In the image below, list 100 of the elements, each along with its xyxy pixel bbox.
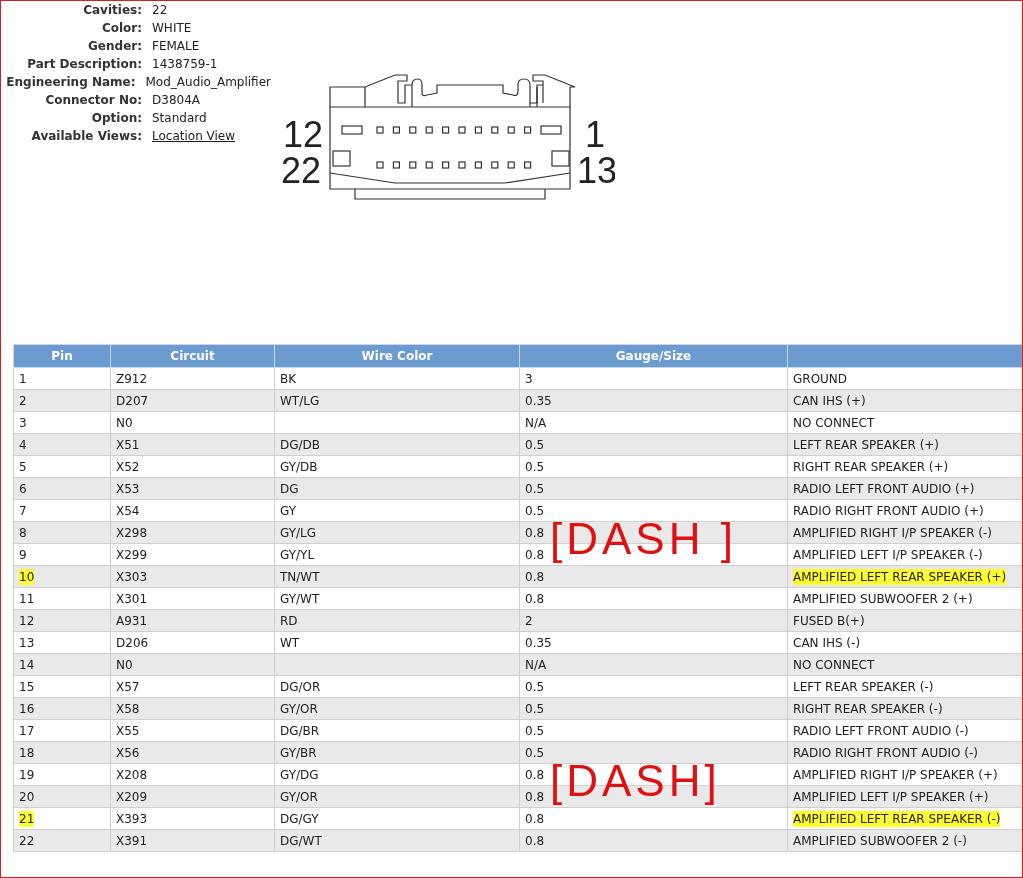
circuit-function: AMPLIFIED SUBWOOFER 2 (+) <box>793 591 973 606</box>
circuit-code: X55 <box>116 723 140 738</box>
circuit-code: X52 <box>116 459 140 474</box>
circuit-function: RADIO RIGHT FRONT AUDIO (-) <box>793 745 978 760</box>
gauge-size: 0.8 <box>525 569 545 584</box>
column-header: Gauge/Size <box>519 344 788 368</box>
wire-color: DG/DB <box>280 437 321 452</box>
circuit-code: X209 <box>116 789 148 804</box>
circuit-function: GROUND <box>793 371 848 386</box>
pin-number: 3 <box>19 415 27 430</box>
wire-color: GY/DG <box>280 767 319 782</box>
gauge-size: 0.8 <box>525 547 545 562</box>
field-label: Connector No: <box>44 93 142 107</box>
pin-number: 16 <box>19 701 35 716</box>
field-value: 22 <box>152 3 168 17</box>
circuit-function: CAN IHS (+) <box>793 393 866 408</box>
circuit-code: X54 <box>116 503 140 518</box>
pin-number: 21 <box>19 810 35 827</box>
wire-color: DG/OR <box>280 679 321 694</box>
circuit-code: X56 <box>116 745 140 760</box>
circuit-function: RADIO RIGHT FRONT AUDIO (+) <box>793 503 984 518</box>
gauge-size: 0.5 <box>525 459 545 474</box>
field-label: Part Description: <box>26 57 142 71</box>
pin-number: 10 <box>19 568 35 585</box>
circuit-code: X57 <box>116 679 140 694</box>
gauge-size: N/A <box>525 415 547 430</box>
pin-number: 20 <box>19 789 35 804</box>
pin-number: 19 <box>19 767 35 782</box>
field-label: Engineering Name: <box>5 75 136 89</box>
circuit-code: X301 <box>116 591 148 606</box>
gauge-size: 3 <box>525 371 533 386</box>
pin-number: 12 <box>19 613 35 628</box>
gauge-size: 0.5 <box>525 723 545 738</box>
wire-color: GY <box>280 503 297 518</box>
circuit-function: AMPLIFIED LEFT I/P SPEAKER (+) <box>793 789 989 804</box>
circuit-code: X391 <box>116 833 148 848</box>
gauge-size: 0.5 <box>525 437 545 452</box>
gauge-size: 0.8 <box>525 789 545 804</box>
circuit-code: X299 <box>116 547 148 562</box>
wire-color: GY/WT <box>280 591 320 606</box>
circuit-function: RIGHT REAR SPEAKER (-) <box>793 701 943 716</box>
wire-color: DG/BR <box>280 723 320 738</box>
field-value: 1438759-1 <box>152 57 218 71</box>
circuit-code: X53 <box>116 481 140 496</box>
pin-number: 6 <box>19 481 27 496</box>
wire-color: WT <box>280 635 300 650</box>
gauge-size: 0.35 <box>525 635 552 650</box>
wire-color: RD <box>280 613 298 628</box>
field-label: Cavities: <box>82 3 142 17</box>
pin-number: 14 <box>19 657 35 672</box>
circuit-function: AMPLIFIED RIGHT I/P SPEAKER (-) <box>793 525 993 540</box>
pin-number: 7 <box>19 503 27 518</box>
wire-color: DG/WT <box>280 833 322 848</box>
circuit-code: X393 <box>116 811 148 826</box>
location-view-link[interactable]: Location View <box>152 129 236 143</box>
circuit-code: D206 <box>116 635 149 650</box>
pin-number: 22 <box>19 833 35 848</box>
circuit-code: X58 <box>116 701 140 716</box>
gauge-size: 0.5 <box>525 745 545 760</box>
pin-number: 2 <box>19 393 27 408</box>
gauge-size: 0.35 <box>525 393 552 408</box>
field-label: Gender: <box>87 39 142 53</box>
wire-color: GY/LG <box>280 525 317 540</box>
circuit-function: RADIO LEFT FRONT AUDIO (-) <box>793 723 969 738</box>
circuit-code: A931 <box>116 613 148 628</box>
wire-color: WT/LG <box>280 393 320 408</box>
wire-color: TN/WT <box>280 569 320 584</box>
gauge-size: 0.8 <box>525 811 545 826</box>
gauge-size: 2 <box>525 613 533 628</box>
circuit-function: NO CONNECT <box>793 657 875 672</box>
wire-color: GY/OR <box>280 789 318 804</box>
circuit-code: X298 <box>116 525 148 540</box>
wire-color: GY/BR <box>280 745 317 760</box>
circuit-function: LEFT REAR SPEAKER (-) <box>793 679 934 694</box>
gauge-size: 0.5 <box>525 481 545 496</box>
circuit-function: RIGHT REAR SPEAKER (+) <box>793 459 949 474</box>
pin-number: 18 <box>19 745 35 760</box>
circuit-function: AMPLIFIED SUBWOOFER 2 (-) <box>793 833 967 848</box>
pin-number: 17 <box>19 723 35 738</box>
field-value: D3804A <box>152 93 200 107</box>
gauge-size: 0.8 <box>525 833 545 848</box>
field-value: WHITE <box>152 21 192 35</box>
circuit-function: NO CONNECT <box>793 415 875 430</box>
circuit-code: N0 <box>116 415 133 430</box>
handwritten-annotation: [DASH] <box>550 759 721 803</box>
field-value: Mod_Audio_Amplifier <box>145 75 271 89</box>
circuit-function: LEFT REAR SPEAKER (+) <box>793 437 940 452</box>
pin-number: 8 <box>19 525 27 540</box>
field-label: Color: <box>100 21 142 35</box>
pin-number: 11 <box>19 591 35 606</box>
wire-color: GY/YL <box>280 547 315 562</box>
circuit-code: N0 <box>116 657 133 672</box>
circuit-function: CAN IHS (-) <box>793 635 861 650</box>
circuit-function: RADIO LEFT FRONT AUDIO (+) <box>793 481 975 496</box>
gauge-size: 0.5 <box>525 503 545 518</box>
field-value: Standard <box>152 111 207 125</box>
column-header: Wire Color <box>274 344 520 368</box>
gauge-size: N/A <box>525 657 547 672</box>
wire-color: BK <box>280 371 297 386</box>
wire-color: DG <box>280 481 299 496</box>
